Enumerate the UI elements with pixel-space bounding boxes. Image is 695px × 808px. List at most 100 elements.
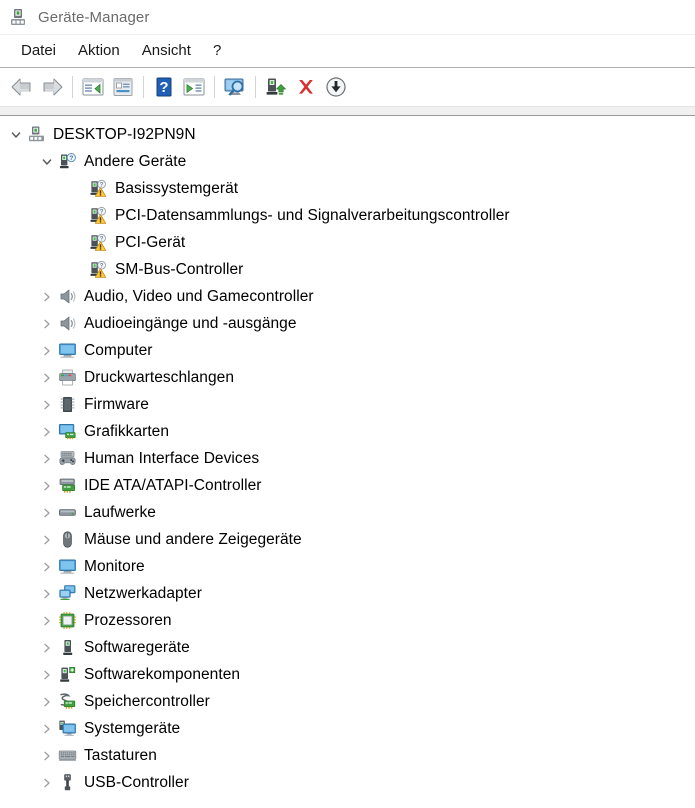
tree-row-category-print-queues[interactable]: Druckwarteschlangen xyxy=(0,364,695,391)
svg-text:?: ? xyxy=(69,155,73,162)
chevron-right-icon[interactable] xyxy=(37,634,57,661)
tree-row-category-system-devices[interactable]: Systemgeräte xyxy=(0,715,695,742)
toolbar-update-driver[interactable] xyxy=(179,72,209,102)
chevron-right-icon[interactable] xyxy=(37,742,57,769)
tree-row-category-keyboards[interactable]: Tastaturen xyxy=(0,742,695,769)
chevron-right-icon[interactable] xyxy=(37,445,57,472)
ide-controller-icon xyxy=(57,476,77,496)
usb-icon xyxy=(57,773,77,793)
tree-label-category: Human Interface Devices xyxy=(84,449,260,467)
menu-aktion[interactable]: Aktion xyxy=(67,39,131,63)
update-driver-icon xyxy=(182,76,206,98)
chevron-right-icon[interactable] xyxy=(37,337,57,364)
tree-label-category: Tastaturen xyxy=(84,746,157,764)
tree-row-category-audio-video-game[interactable]: Audio, Video und Gamecontroller xyxy=(0,283,695,310)
software-device-icon xyxy=(57,638,77,658)
window-title: Geräte-Manager xyxy=(38,8,150,26)
scan-for-hardware-changes-icon xyxy=(222,76,248,98)
chevron-right-icon[interactable] xyxy=(37,607,57,634)
toolbar-bottom-strip xyxy=(0,106,695,116)
toolbar-enable-device[interactable] xyxy=(261,72,291,102)
toolbar-scan-hardware-changes[interactable] xyxy=(220,72,250,102)
menu-bar: Datei Aktion Ansicht ? xyxy=(0,35,695,68)
toolbar-back[interactable] xyxy=(7,72,37,102)
tree-label-andere-geraete: Andere Geräte xyxy=(84,152,187,170)
tree-row-device[interactable]: ? PCI-Gerät xyxy=(0,229,695,256)
tree-label-category: Softwarekomponenten xyxy=(84,665,241,683)
toolbar-show-console-tree[interactable] xyxy=(78,72,108,102)
tree-label-category: Systemgeräte xyxy=(84,719,181,737)
toolbar: ? xyxy=(0,68,695,106)
tree-label-device: PCI-Gerät xyxy=(115,233,186,251)
chevron-right-icon[interactable] xyxy=(37,580,57,607)
tree-row-andere-geraete[interactable]: ? Andere Geräte xyxy=(0,148,695,175)
tree-label-device: Basissystemgerät xyxy=(115,179,239,197)
tree-row-device[interactable]: ? SM-Bus-Controller xyxy=(0,256,695,283)
tree-row-category-network-adapters[interactable]: Netzwerkadapter xyxy=(0,580,695,607)
tree-label-category: Prozessoren xyxy=(84,611,172,629)
monitor-icon xyxy=(57,341,77,361)
chevron-right-icon[interactable] xyxy=(37,472,57,499)
tree-label-category: Audio, Video und Gamecontroller xyxy=(84,287,314,305)
chevron-right-icon[interactable] xyxy=(37,769,57,796)
storage-controller-icon xyxy=(57,692,77,712)
toolbar-disable-device[interactable] xyxy=(321,72,351,102)
show-hide-console-tree-icon xyxy=(81,76,105,98)
back-arrow-icon xyxy=(10,76,34,98)
enable-device-icon xyxy=(264,76,288,98)
toolbar-forward[interactable] xyxy=(37,72,67,102)
tree-row-category-usb-controllers[interactable]: USB-Controller xyxy=(0,769,695,796)
tree-row-category-display-adapters[interactable]: Grafikkarten xyxy=(0,418,695,445)
device-manager-icon xyxy=(9,7,29,27)
menu-ansicht[interactable]: Ansicht xyxy=(131,39,202,63)
tree-row-category-firmware[interactable]: Firmware xyxy=(0,391,695,418)
chevron-right-icon[interactable] xyxy=(37,364,57,391)
toolbar-uninstall-device[interactable] xyxy=(291,72,321,102)
tree-row-category-hid[interactable]: Human Interface Devices xyxy=(0,445,695,472)
chevron-right-icon[interactable] xyxy=(37,310,57,337)
chevron-right-icon[interactable] xyxy=(37,715,57,742)
tree-row-category-disk-drives[interactable]: Laufwerke xyxy=(0,499,695,526)
unknown-device-warning-icon: ? xyxy=(88,206,108,226)
tree-label-category: Softwaregeräte xyxy=(84,638,190,656)
tree-row-device[interactable]: ? Basissystemgerät xyxy=(0,175,695,202)
toolbar-separator xyxy=(143,76,144,98)
menu-datei[interactable]: Datei xyxy=(10,39,67,63)
tree-row-category-mice[interactable]: Mäuse und andere Zeigegeräte xyxy=(0,526,695,553)
toolbar-help[interactable]: ? xyxy=(149,72,179,102)
tree-row-category-software-devices[interactable]: Softwaregeräte xyxy=(0,634,695,661)
processor-icon xyxy=(57,611,77,631)
chevron-right-icon[interactable] xyxy=(37,418,57,445)
disable-device-icon xyxy=(324,76,348,98)
tree-row-category-computer[interactable]: Computer xyxy=(0,337,695,364)
tree-row-category-storage-controllers[interactable]: Speichercontroller xyxy=(0,688,695,715)
chevron-right-icon[interactable] xyxy=(37,391,57,418)
disk-drive-icon xyxy=(57,503,77,523)
chevron-right-icon[interactable] xyxy=(37,526,57,553)
chevron-down-icon[interactable] xyxy=(6,121,26,148)
tree-row-category-processors[interactable]: Prozessoren xyxy=(0,607,695,634)
chevron-right-icon[interactable] xyxy=(37,688,57,715)
tree-label-category: Computer xyxy=(84,341,153,359)
mouse-icon xyxy=(57,530,77,550)
chevron-right-icon[interactable] xyxy=(37,661,57,688)
chevron-right-icon[interactable] xyxy=(37,499,57,526)
tree-label-category: Mäuse und andere Zeigegeräte xyxy=(84,530,302,548)
tree-row-category-monitors[interactable]: Monitore xyxy=(0,553,695,580)
tree-row-category-ide-ata[interactable]: IDE ATA/ATAPI-Controller xyxy=(0,472,695,499)
svg-text:?: ? xyxy=(159,79,168,96)
tree-label-category: Grafikkarten xyxy=(84,422,170,440)
tree-row-root[interactable]: DESKTOP-I92PN9N xyxy=(0,121,695,148)
chevron-down-icon[interactable] xyxy=(37,148,57,175)
tree-row-category-audio-io[interactable]: Audioeingänge und -ausgänge xyxy=(0,310,695,337)
tree-row-device[interactable]: ? PCI-Datensammlungs- und Signalverarbei… xyxy=(0,202,695,229)
tree-label-category: Monitore xyxy=(84,557,145,575)
chevron-right-icon[interactable] xyxy=(37,553,57,580)
toolbar-properties[interactable] xyxy=(108,72,138,102)
tree-row-category-software-components[interactable]: Softwarekomponenten xyxy=(0,661,695,688)
chevron-right-icon[interactable] xyxy=(37,283,57,310)
tree-label-category: Laufwerke xyxy=(84,503,156,521)
properties-icon xyxy=(111,76,135,98)
device-tree[interactable]: DESKTOP-I92PN9N ? Andere Geräte ? Basiss… xyxy=(0,116,695,808)
menu-help[interactable]: ? xyxy=(202,39,232,63)
